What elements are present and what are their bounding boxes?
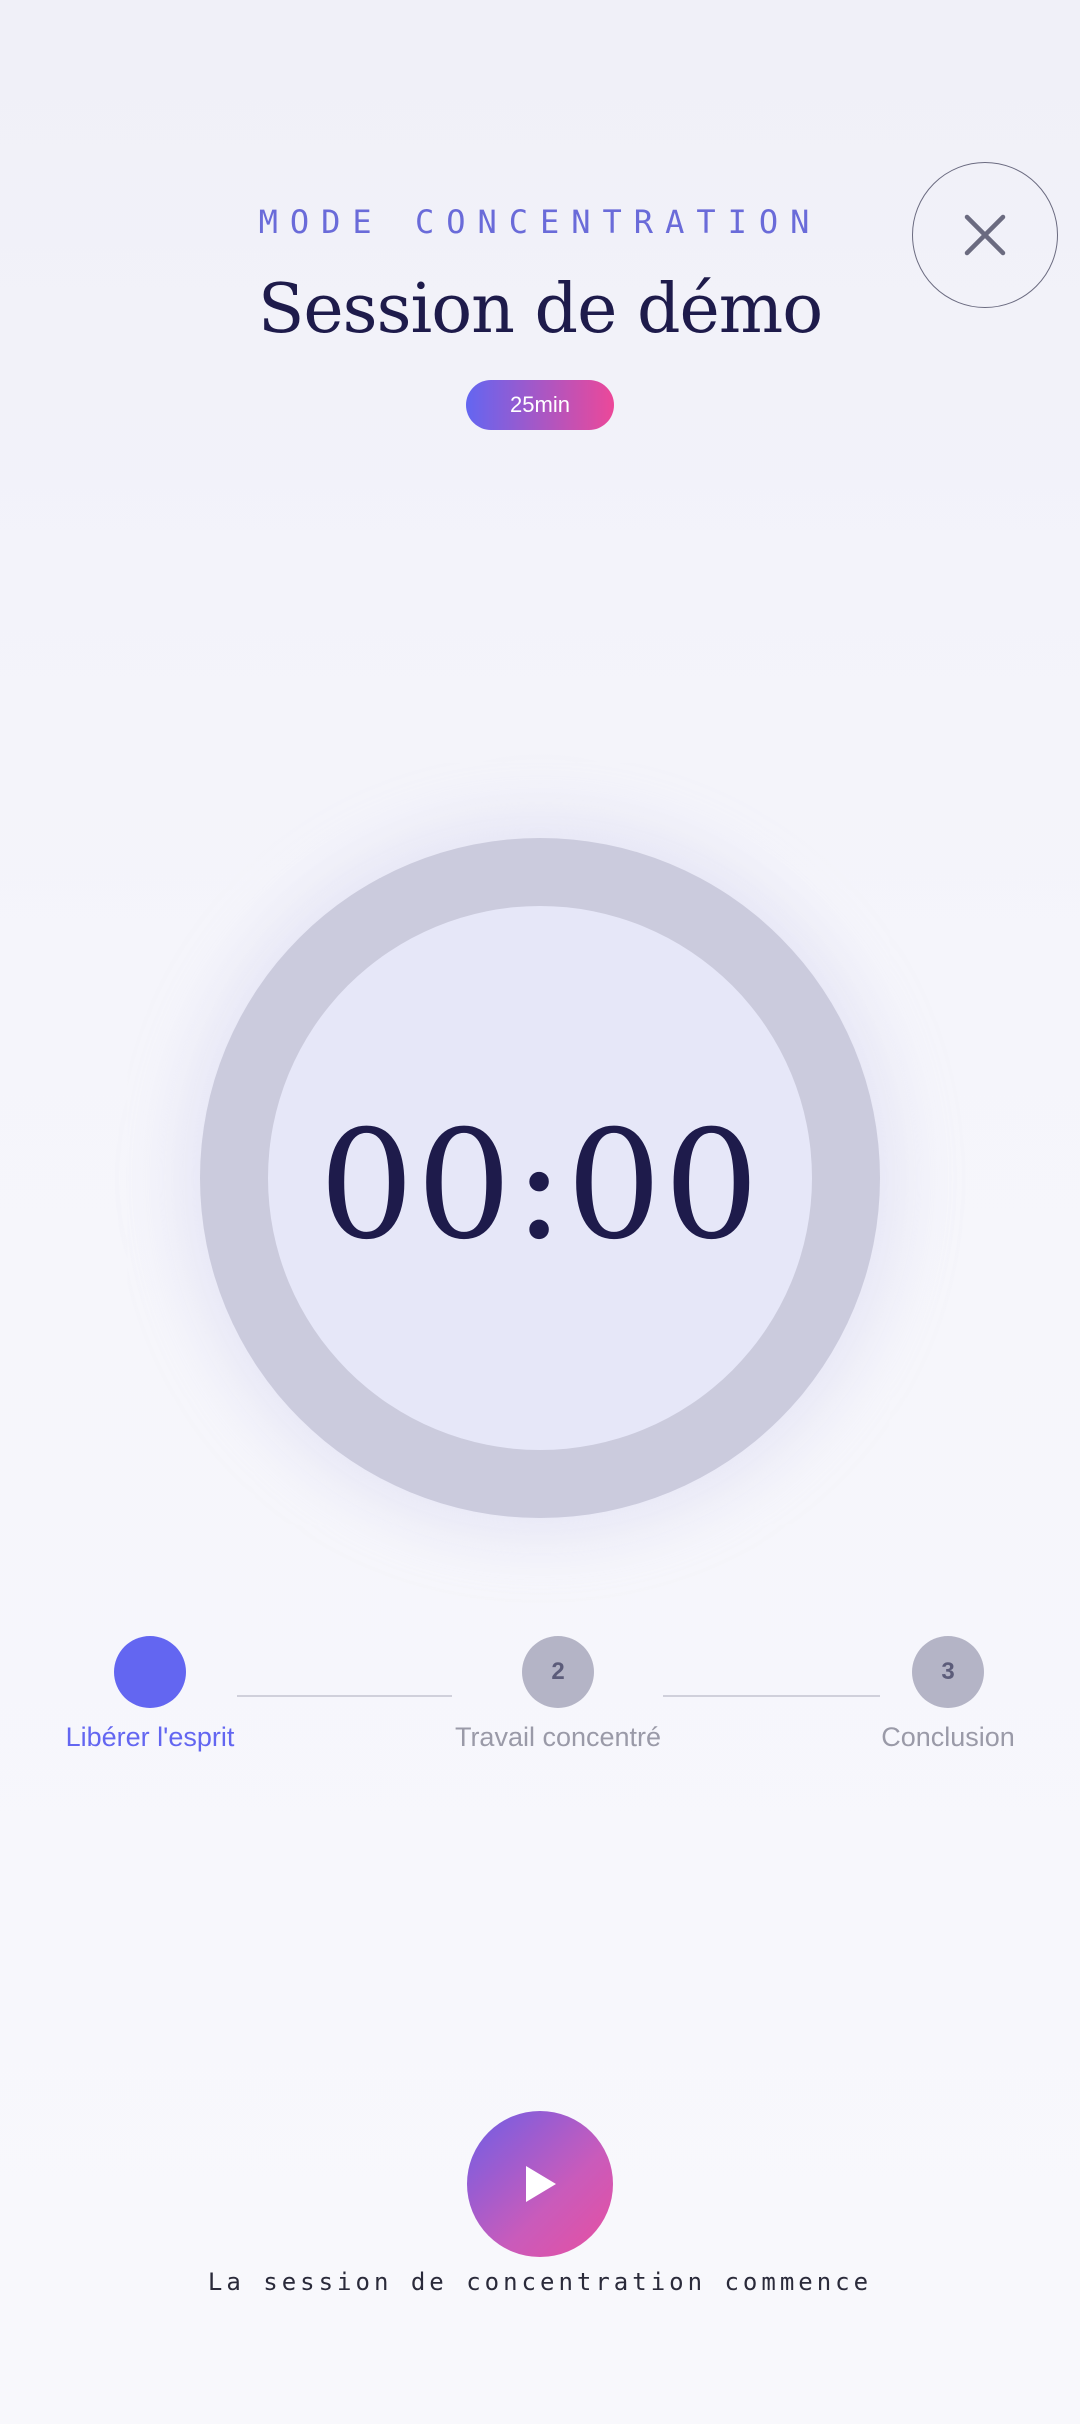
close-icon <box>964 214 1006 256</box>
close-button[interactable] <box>912 162 1058 308</box>
step-connector-2 <box>663 1695 880 1697</box>
step-connector-1 <box>237 1695 452 1697</box>
play-button[interactable] <box>467 2111 613 2257</box>
session-status: La session de concentration commence <box>207 2268 873 2296</box>
step-2-indicator: 2 <box>522 1636 594 1708</box>
duration-badge: 25min <box>466 380 614 430</box>
step-1-indicator <box>114 1636 186 1708</box>
step-2-label: Travail concentré <box>454 1722 662 1752</box>
page-title: Session de démo <box>257 270 823 349</box>
timer-ring: 00:00 <box>200 838 880 1518</box>
timer-display: 00:00 <box>318 1099 762 1273</box>
timer-face: 00:00 <box>268 906 812 1450</box>
step-3-indicator: 3 <box>912 1636 984 1708</box>
step-1-label: Libérer l'esprit <box>65 1722 235 1752</box>
step-3-label: Conclusion <box>881 1722 1015 1752</box>
play-icon <box>526 2166 556 2202</box>
